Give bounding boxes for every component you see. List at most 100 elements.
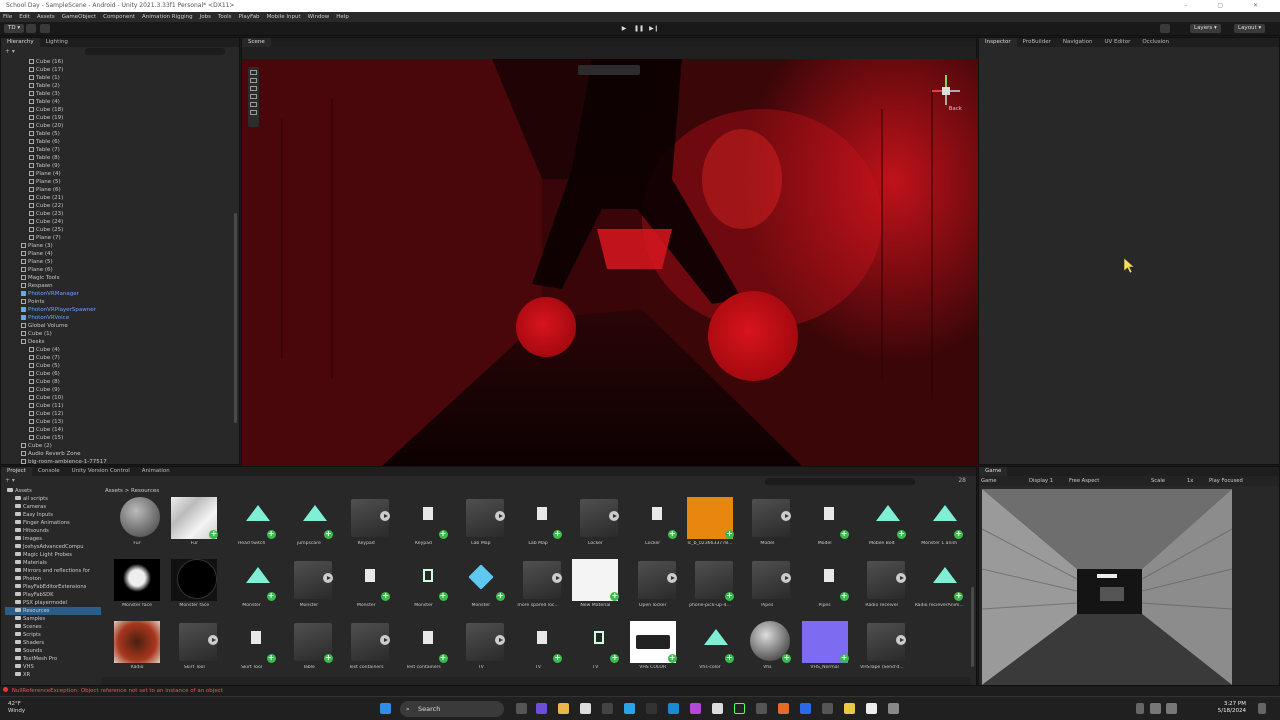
- asset-size-bar[interactable]: [101, 677, 971, 685]
- asset-item[interactable]: + Test containers: [396, 621, 450, 681]
- expand-arrow-icon[interactable]: [494, 635, 505, 645]
- hierarchy-item[interactable]: Plane (4): [1, 250, 233, 258]
- menu-item[interactable]: Mobile Input: [267, 12, 301, 22]
- account-dropdown[interactable]: TD ▾: [4, 24, 25, 33]
- create-icon[interactable]: + ▾: [5, 477, 15, 484]
- aspect-dropdown[interactable]: Free Aspect: [1069, 476, 1099, 486]
- system-clock[interactable]: 3:27 PM 5/18/2024: [1218, 701, 1246, 715]
- app-icon-3[interactable]: [756, 703, 767, 714]
- step-button[interactable]: ▶❙: [649, 24, 659, 33]
- add-icon[interactable]: + ▾: [5, 48, 15, 55]
- hierarchy-item[interactable]: Table (7): [1, 146, 233, 154]
- window-controls[interactable]: – ▢ ✕: [1184, 0, 1272, 12]
- asset-item[interactable]: Model: [739, 497, 793, 557]
- folder-item[interactable]: Magic Light Probes: [5, 551, 101, 559]
- hierarchy-item[interactable]: Cube (22): [1, 202, 233, 210]
- folder-item[interactable]: Scripts: [5, 631, 101, 639]
- hierarchy-item[interactable]: Cube (19): [1, 114, 233, 122]
- folder-item[interactable]: Shaders: [5, 639, 101, 647]
- unity-editor-icon[interactable]: [866, 703, 877, 714]
- hierarchy-item[interactable]: Cube (7): [1, 354, 233, 362]
- folder-item[interactable]: Samples: [5, 615, 101, 623]
- hierarchy-item[interactable]: Cube (8): [1, 378, 233, 386]
- folder-item[interactable]: VHS: [5, 663, 101, 671]
- folder-item[interactable]: Mirrors and reflections for: [5, 567, 101, 575]
- asset-item[interactable]: + New Material: [567, 559, 621, 619]
- hierarchy-item[interactable]: Cube (18): [1, 106, 233, 114]
- hierarchy-item[interactable]: Global Volume: [1, 322, 233, 330]
- app-icon-4[interactable]: [778, 703, 789, 714]
- hierarchy-item[interactable]: Cube (23): [1, 210, 233, 218]
- asset-item[interactable]: Radio: [109, 621, 163, 681]
- hierarchy-item[interactable]: Cube (12): [1, 410, 233, 418]
- folder-item[interactable]: JoshysAdvancedCompu: [5, 543, 101, 551]
- collab-icon[interactable]: [40, 24, 50, 33]
- hierarchy-item[interactable]: Cube (24): [1, 218, 233, 226]
- hierarchy-item[interactable]: Cube (11): [1, 402, 233, 410]
- menu-item[interactable]: Edit: [19, 12, 30, 22]
- asset-item[interactable]: Pipes: [739, 559, 793, 619]
- app-icon-5[interactable]: [800, 703, 811, 714]
- hierarchy-item[interactable]: Cube (13): [1, 418, 233, 426]
- asset-item[interactable]: Test containers: [338, 621, 392, 681]
- app-icon[interactable]: [690, 703, 701, 714]
- asset-item[interactable]: + phone-pick-up-4...: [682, 559, 736, 619]
- menu-item[interactable]: Tools: [218, 12, 232, 22]
- display-dropdown[interactable]: Display 1: [1029, 476, 1053, 486]
- asset-item[interactable]: Fur: [109, 497, 163, 557]
- overlay-toolbar[interactable]: [578, 65, 640, 75]
- tab-console[interactable]: Console: [32, 467, 66, 476]
- tab-animation[interactable]: Animation: [136, 467, 176, 476]
- search-icon[interactable]: [1160, 24, 1170, 33]
- hierarchy-item[interactable]: PhotonVRManager: [1, 290, 233, 298]
- hierarchy-item[interactable]: Cube (5): [1, 362, 233, 370]
- network-icon[interactable]: [1150, 703, 1161, 714]
- hierarchy-item[interactable]: Cube (10): [1, 394, 233, 402]
- asset-item[interactable]: + Head twitch: [224, 497, 278, 557]
- asset-item[interactable]: + Table: [281, 621, 335, 681]
- tab-inspector[interactable]: Inspector: [979, 38, 1017, 47]
- hierarchy-item[interactable]: PhotonVRPlayerSpawner: [1, 306, 233, 314]
- folder-item[interactable]: Sounds: [5, 647, 101, 655]
- asset-item[interactable]: Monster: [281, 559, 335, 619]
- hierarchy-item[interactable]: Plane (6): [1, 266, 233, 274]
- task-view-icon[interactable]: [516, 703, 527, 714]
- tab-navigation[interactable]: Navigation: [1057, 38, 1099, 47]
- weather-widget[interactable]: 42°F Windy: [8, 701, 25, 715]
- menu-item[interactable]: Component: [103, 12, 135, 22]
- asset-item[interactable]: VHSTape (Send'd...: [854, 621, 908, 681]
- folder-item[interactable]: Hitsounds: [5, 527, 101, 535]
- scene-toolbar[interactable]: [242, 47, 976, 59]
- asset-item[interactable]: Keypad: [338, 497, 392, 557]
- hierarchy-item[interactable]: Table (4): [1, 98, 233, 106]
- hierarchy-item[interactable]: Table (2): [1, 82, 233, 90]
- project-search-input[interactable]: [765, 478, 915, 485]
- hierarchy-item[interactable]: Cube (4): [1, 346, 233, 354]
- folder-item[interactable]: Easy Inputs: [5, 511, 101, 519]
- asset-grid-scrollbar[interactable]: [971, 587, 974, 667]
- asset-item[interactable]: + lc_b_0236633778...: [682, 497, 736, 557]
- hierarchy-item[interactable]: Table (9): [1, 162, 233, 170]
- asset-item[interactable]: + Model: [797, 497, 851, 557]
- hierarchy-item[interactable]: Plane (7): [1, 234, 233, 242]
- hierarchy-search[interactable]: + ▾: [5, 48, 235, 56]
- asset-item[interactable]: Locker: [567, 497, 621, 557]
- asset-item[interactable]: + VHS_Normal: [797, 621, 851, 681]
- asset-item[interactable]: Radio receiver: [854, 559, 908, 619]
- hierarchy-item[interactable]: Plane (4): [1, 170, 233, 178]
- file-explorer-icon[interactable]: [558, 703, 569, 714]
- layout-dropdown[interactable]: Layout ▾: [1234, 24, 1266, 33]
- breadcrumb[interactable]: Assets > Resources: [105, 488, 159, 494]
- asset-item[interactable]: + Skirt Tool: [224, 621, 278, 681]
- asset-item[interactable]: + Mobile Bolt: [854, 497, 908, 557]
- tab-hierarchy[interactable]: Hierarchy: [1, 38, 40, 47]
- transform-toolbox[interactable]: [248, 67, 259, 127]
- folder-item[interactable]: all scripts: [5, 495, 101, 503]
- hierarchy-item[interactable]: Magic Tools: [1, 274, 233, 282]
- folder-item[interactable]: Assets: [5, 487, 101, 495]
- menu-item[interactable]: Assets: [37, 12, 55, 22]
- hierarchy-item[interactable]: Cube (21): [1, 194, 233, 202]
- asset-item[interactable]: + Keypad: [396, 497, 450, 557]
- expand-arrow-icon[interactable]: [895, 635, 906, 645]
- asset-item[interactable]: + Vhs-color: [682, 621, 736, 681]
